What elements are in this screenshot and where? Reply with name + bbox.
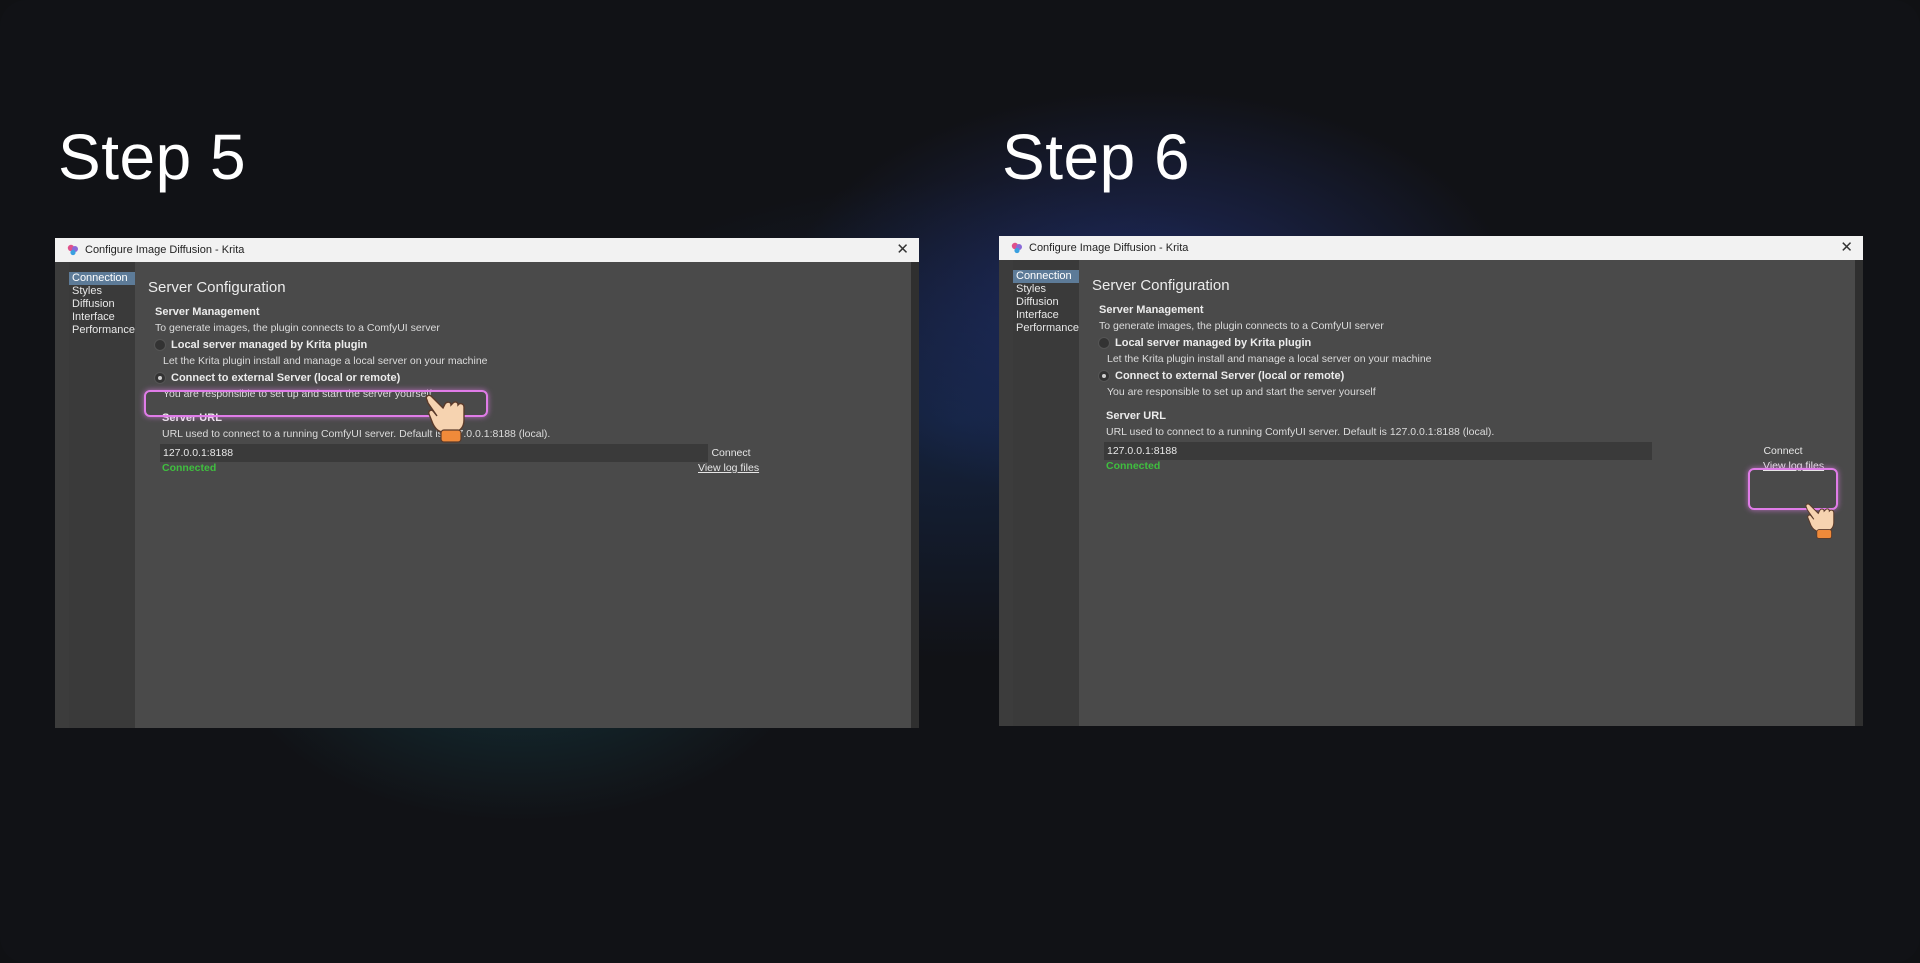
step-6-dialog: Configure Image Diffusion - Krita ✕ Conn… [999,236,1863,726]
server-url-title: Server URL [1106,410,1166,422]
krita-icon [67,244,78,256]
section-description: To generate images, the plugin connects … [155,322,440,334]
krita-icon [1011,242,1022,254]
server-url-description: URL used to connect to a running ComfyUI… [162,428,551,440]
server-url-input[interactable]: 127.0.0.1:8188 [160,444,708,462]
settings-nav: Connection Styles Diffusion Interface Pe… [1013,260,1079,726]
scrollbar-track[interactable] [1855,260,1863,726]
pointing-hand-icon [425,394,465,443]
nav-item-performance[interactable]: Performance [1013,322,1079,335]
background-app-edge [55,262,69,728]
nav-item-connection[interactable]: Connection [1013,270,1079,283]
option-external-label[interactable]: Connect to external Server (local or rem… [1115,370,1344,382]
background-app-edge [999,260,1013,726]
pointing-hand-icon [1805,503,1835,539]
nav-item-performance[interactable]: Performance [69,324,135,337]
dialog-titlebar: Configure Image Diffusion - Krita ✕ [55,238,919,262]
nav-item-diffusion[interactable]: Diffusion [1013,296,1079,309]
section-title: Server Management [155,306,260,318]
connection-status: Connected [1106,460,1161,472]
scrollbar-track[interactable] [911,262,919,728]
nav-item-connection[interactable]: Connection [69,272,135,285]
settings-content: Server Configuration Server Management T… [1079,260,1855,726]
section-description: To generate images, the plugin connects … [1099,320,1384,332]
step-5-title: Step 5 [58,121,247,193]
close-icon[interactable]: ✕ [896,241,909,259]
option-external-label[interactable]: Connect to external Server (local or rem… [171,372,400,384]
radio-local-server[interactable] [154,339,166,351]
section-title: Server Management [1099,304,1204,316]
option-local-description: Let the Krita plugin install and manage … [163,355,488,367]
option-local-label[interactable]: Local server managed by Krita plugin [1115,337,1311,349]
settings-nav: Connection Styles Diffusion Interface Pe… [69,262,135,728]
server-url-description: URL used to connect to a running ComfyUI… [1106,426,1495,438]
nav-item-diffusion[interactable]: Diffusion [69,298,135,311]
page-title: Server Configuration [1092,277,1230,294]
view-log-files-link[interactable]: View log files [698,462,759,474]
radio-local-server[interactable] [1098,337,1110,349]
option-local-description: Let the Krita plugin install and manage … [1107,353,1432,365]
dialog-title: Configure Image Diffusion - Krita [85,244,245,256]
server-url-input[interactable]: 127.0.0.1:8188 [1104,442,1652,460]
dialog-title: Configure Image Diffusion - Krita [1029,242,1189,254]
page-title: Server Configuration [148,279,286,296]
option-local-label[interactable]: Local server managed by Krita plugin [171,339,367,351]
connect-button[interactable]: Connect [710,444,752,462]
nav-item-styles[interactable]: Styles [1013,283,1079,296]
connection-status: Connected [162,462,217,474]
radio-external-server[interactable] [1098,370,1110,382]
radio-external-server[interactable] [154,372,166,384]
nav-item-interface[interactable]: Interface [1013,309,1079,322]
tutorial-canvas: Step 5 Configure Image Diffusion - Krita… [0,0,1920,963]
step-6-title: Step 6 [1002,121,1191,193]
dialog-titlebar: Configure Image Diffusion - Krita ✕ [999,236,1863,260]
option-external-description: You are responsible to set up and start … [1107,386,1376,398]
settings-content: Server Configuration Server Management T… [135,262,911,728]
step-5-dialog: Configure Image Diffusion - Krita ✕ Conn… [55,238,919,728]
close-icon[interactable]: ✕ [1840,239,1853,257]
nav-item-styles[interactable]: Styles [69,285,135,298]
connect-button[interactable]: Connect [1759,442,1807,460]
nav-item-interface[interactable]: Interface [69,311,135,324]
